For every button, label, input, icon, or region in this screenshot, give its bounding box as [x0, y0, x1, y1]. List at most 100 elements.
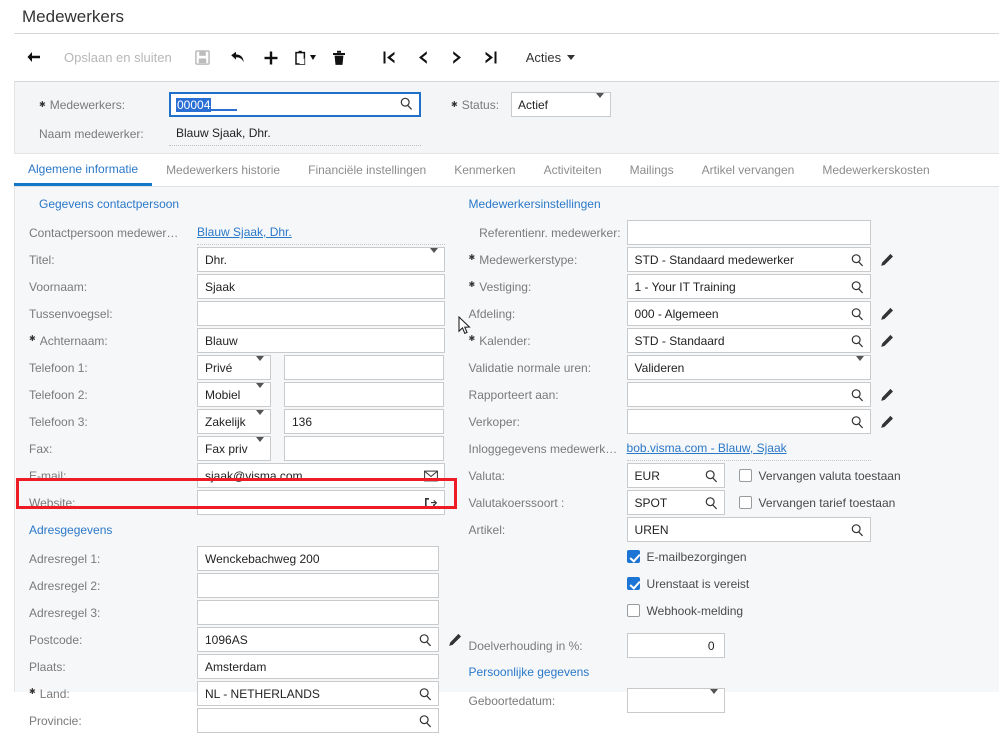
first-record-icon[interactable]	[372, 40, 406, 76]
tab-algemene-informatie[interactable]: Algemene informatie	[14, 154, 153, 186]
employee-type-input[interactable]: STD - Standaard medewerker	[626, 247, 871, 272]
edit-pencil-icon[interactable]	[880, 253, 894, 267]
country-value: NL - NETHERLANDS	[205, 686, 320, 701]
search-icon[interactable]	[705, 496, 718, 509]
rate-type-input[interactable]: SPOT	[626, 490, 725, 515]
search-icon[interactable]	[851, 523, 864, 536]
phone1-input[interactable]	[284, 355, 444, 380]
item-row: Artikel: UREN	[463, 516, 999, 543]
address3-label: Adresregel 3:	[29, 605, 101, 620]
timesheet-required-checkbox[interactable]	[626, 577, 640, 590]
fax-type-select[interactable]: Fax priv	[197, 436, 271, 461]
currency-input[interactable]: EUR	[626, 463, 725, 488]
employee-type-label-text: Medewerkerstype:	[479, 252, 578, 267]
phone3-input[interactable]: 136	[284, 409, 444, 434]
firstname-input[interactable]: Sjaak	[197, 274, 445, 299]
settings-column: Medewerkersinstellingen Referentienr. me…	[463, 187, 999, 713]
webhook-checkbox[interactable]	[626, 604, 640, 617]
address2-input[interactable]	[197, 573, 439, 598]
email-input[interactable]: sjaak@visma.com	[197, 463, 445, 488]
main-toolbar: Opslaan en sluiten Acties	[0, 34, 999, 82]
target-ratio-input[interactable]: 0	[626, 633, 725, 658]
trash-icon[interactable]	[322, 40, 356, 76]
refnr-input[interactable]	[626, 220, 871, 245]
birthdate-input[interactable]	[626, 688, 725, 713]
firstname-row: Voornaam: Sjaak	[15, 273, 463, 300]
postcode-input[interactable]: 1096AS	[197, 627, 439, 652]
search-icon[interactable]	[419, 687, 432, 700]
search-icon[interactable]	[419, 633, 432, 646]
branch-input[interactable]: 1 - Your IT Training	[626, 274, 871, 299]
phone2-type-select[interactable]: Mobiel	[197, 382, 271, 407]
envelope-icon[interactable]	[424, 470, 438, 481]
tab-medewerkers-historie[interactable]: Medewerkers historie	[152, 154, 294, 186]
address1-input[interactable]: Wenckebachweg 200	[197, 546, 439, 571]
edit-pencil-icon[interactable]	[880, 388, 894, 402]
address3-input[interactable]	[197, 600, 439, 625]
tab-kenmerken[interactable]: Kenmerken	[440, 154, 529, 186]
search-icon[interactable]	[851, 253, 864, 266]
fax-input[interactable]	[284, 436, 444, 461]
website-input[interactable]	[197, 490, 445, 515]
title-select[interactable]: Dhr.	[197, 247, 445, 272]
login-link[interactable]: bob.visma.com - Blauw, Sjaak	[627, 441, 787, 455]
previous-record-icon[interactable]	[406, 40, 440, 76]
birthdate-row: Geboortedatum:	[463, 687, 999, 714]
seller-label: Verkoper:	[468, 414, 520, 429]
department-input[interactable]: 000 - Algemeen	[626, 301, 871, 326]
edit-pencil-icon[interactable]	[448, 633, 462, 647]
middlename-input[interactable]	[197, 301, 445, 326]
item-input[interactable]: UREN	[626, 517, 871, 542]
search-icon[interactable]	[851, 388, 864, 401]
search-icon[interactable]	[851, 280, 864, 293]
tab-financiele-instellingen[interactable]: Financiële instellingen	[294, 154, 440, 186]
search-icon[interactable]	[419, 714, 432, 727]
edit-pencil-icon[interactable]	[880, 307, 894, 321]
save-disk-icon[interactable]	[186, 40, 220, 76]
save-and-close-button[interactable]: Opslaan en sluiten	[50, 40, 186, 76]
validation-select[interactable]: Valideren	[626, 355, 871, 380]
tab-medewerkerskosten[interactable]: Medewerkerskosten	[808, 154, 943, 186]
calendar-input[interactable]: STD - Standaard	[626, 328, 871, 353]
plus-icon[interactable]	[254, 40, 288, 76]
tab-activiteiten[interactable]: Activiteiten	[530, 154, 616, 186]
last-record-icon[interactable]	[474, 40, 508, 76]
seller-input[interactable]	[626, 409, 871, 434]
mail-delivery-checkbox[interactable]	[626, 550, 640, 563]
next-record-icon[interactable]	[440, 40, 474, 76]
province-input[interactable]	[197, 708, 439, 733]
search-icon[interactable]	[851, 415, 864, 428]
contact-person-label: Contactpersoon medewer…	[29, 225, 179, 240]
phone3-type-select[interactable]: Zakelijk	[197, 409, 271, 434]
open-external-icon[interactable]	[424, 497, 438, 509]
search-icon[interactable]	[851, 334, 864, 347]
lastname-input[interactable]: Blauw	[197, 328, 445, 353]
undo-arrow-icon[interactable]	[220, 40, 254, 76]
edit-pencil-icon[interactable]	[880, 415, 894, 429]
employee-input[interactable]: 00004	[169, 92, 421, 117]
rate-override-checkbox[interactable]	[738, 496, 752, 509]
currency-override-checkbox[interactable]	[738, 469, 752, 482]
search-icon[interactable]	[705, 469, 718, 482]
tab-mailings[interactable]: Mailings	[616, 154, 688, 186]
form-body: Gegevens contactpersoon Contactpersoon m…	[14, 187, 999, 733]
back-arrow-icon[interactable]	[16, 40, 50, 76]
tab-artikel-vervangen[interactable]: Artikel vervangen	[688, 154, 809, 186]
edit-pencil-icon[interactable]	[880, 334, 894, 348]
phone2-label: Telefoon 2:	[29, 387, 88, 402]
reports-to-input[interactable]	[626, 382, 871, 407]
search-icon[interactable]	[851, 307, 864, 320]
page-title: Medewerkers	[22, 6, 125, 26]
contact-person-link[interactable]: Blauw Sjaak, Dhr.	[197, 225, 292, 239]
phone2-input[interactable]	[284, 382, 444, 407]
actions-menu-button[interactable]: Acties	[508, 40, 583, 76]
chevron-down-icon[interactable]	[596, 92, 604, 112]
search-icon[interactable]	[400, 97, 413, 113]
phone1-type-select[interactable]: Privé	[197, 355, 271, 380]
chevron-down-icon[interactable]	[309, 55, 316, 60]
status-select[interactable]: Actief	[511, 92, 611, 117]
address2-row: Adresregel 2:	[15, 572, 463, 599]
country-input[interactable]: NL - NETHERLANDS	[197, 681, 439, 706]
copy-paste-icon[interactable]	[288, 40, 322, 76]
city-input[interactable]: Amsterdam	[197, 654, 439, 679]
